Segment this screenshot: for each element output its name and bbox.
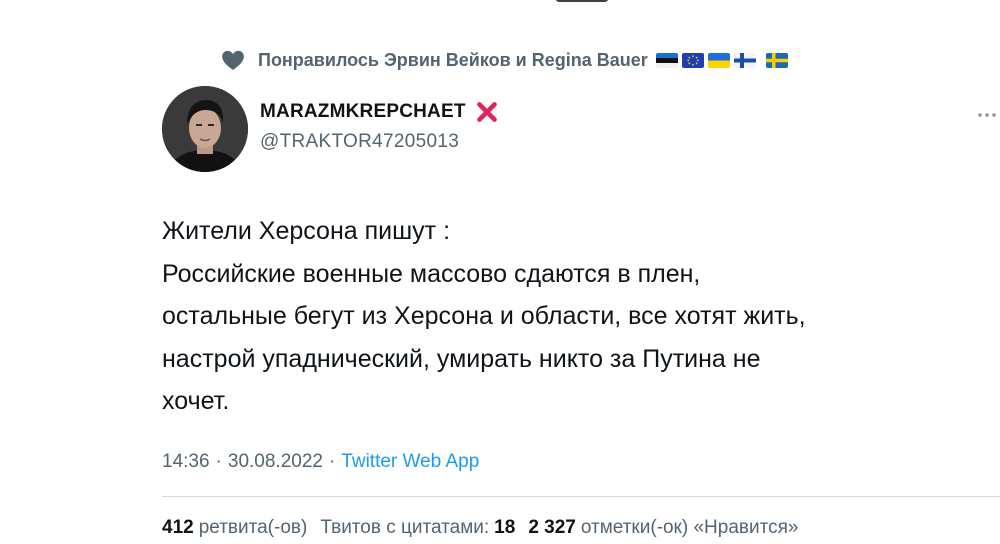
meta-separator: ·: [328, 451, 336, 472]
sweden-flag-icon: [765, 52, 788, 68]
tweet-time[interactable]: 14:36: [162, 451, 210, 473]
retweets-label[interactable]: ретвита(-ов): [199, 517, 308, 539]
quotes-count[interactable]: 18: [494, 517, 515, 539]
likes-label[interactable]: отметки(-ок) «Нравится»: [581, 517, 799, 539]
ukraine-flag-icon: [707, 52, 730, 68]
liked-by-text[interactable]: Понравилось Эрвин Вейков и Regina Bauer: [258, 50, 648, 71]
retweets-count[interactable]: 412: [162, 517, 194, 539]
social-context: Понравилось Эрвин Вейков и Regina Bauer: [220, 46, 788, 74]
likes-count[interactable]: 2 327: [528, 517, 576, 539]
red-cross-mark-icon: [476, 102, 497, 122]
author-handle[interactable]: @TRAKTOR47205013: [260, 131, 500, 153]
tweet-text: Жители Херсона пишут : Российские военны…: [162, 217, 806, 415]
tweet-stats: 412 ретвита(-ов) Твитов с цитатами: 18 2…: [162, 517, 798, 539]
tweet-metadata: 14:36 · 30.08.2022 · Twitter Web App: [162, 451, 479, 473]
avatar-portrait-image: [162, 86, 248, 172]
more-options-icon[interactable]: [974, 106, 1000, 124]
finland-flag-icon: [733, 52, 756, 68]
meta-separator: ·: [215, 451, 222, 472]
tweet-author: MARAZMKREPCHAET @TRAKTOR47205013: [260, 99, 500, 153]
flags-emoji-group: [655, 52, 788, 68]
estonia-flag-icon: [655, 52, 678, 68]
avatar[interactable]: [162, 86, 248, 172]
tweet-source-link[interactable]: Twitter Web App: [341, 451, 479, 473]
cropped-top-fragment: [556, 0, 608, 4]
author-display-name[interactable]: MARAZMKREPCHAET: [260, 101, 466, 123]
heart-icon: [222, 50, 244, 70]
eu-flag-icon: [681, 52, 704, 68]
quotes-label[interactable]: Твитов с цитатами:: [320, 517, 489, 539]
divider: [162, 496, 1000, 497]
tweet-date[interactable]: 30.08.2022: [228, 451, 323, 473]
